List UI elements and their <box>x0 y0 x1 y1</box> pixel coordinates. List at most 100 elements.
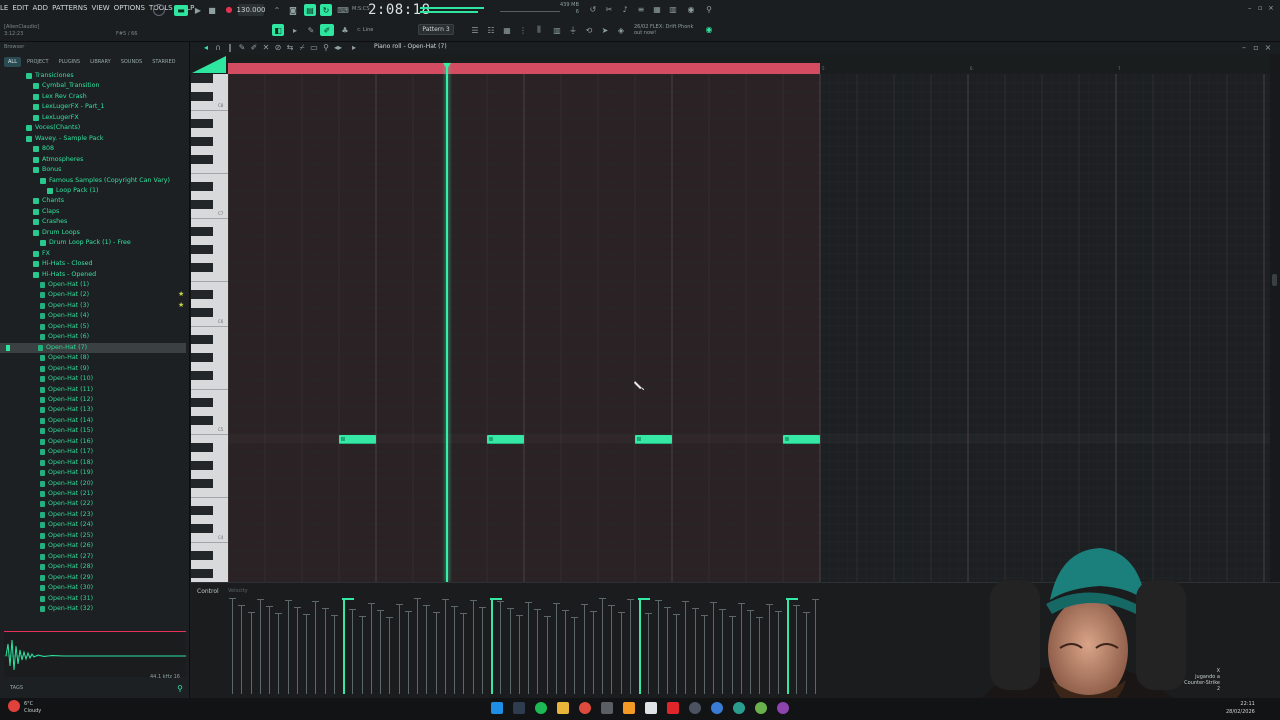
empty-velocity-stub[interactable] <box>756 617 764 694</box>
folder-item[interactable]: Loop Pack (1) <box>47 186 186 196</box>
sample-file-item[interactable]: Open-Hat (2) <box>40 290 186 300</box>
folder-item[interactable]: Drum Loop Pack (1) - Free <box>40 238 186 248</box>
folder-item[interactable]: Atmospheres <box>33 155 186 165</box>
sample-file-item[interactable]: Open-Hat (10) <box>40 374 186 384</box>
piano-roll-icon[interactable]: ▥ <box>668 4 678 14</box>
empty-velocity-stub[interactable] <box>460 613 468 694</box>
black-key[interactable] <box>191 353 213 362</box>
pattern-selector[interactable]: Pattern 3 <box>418 24 454 35</box>
folder-item[interactable]: Claps <box>33 207 186 217</box>
scrollbar-thumb[interactable] <box>1272 274 1277 286</box>
playlist-icon[interactable]: ☰ <box>470 25 480 35</box>
menu-view[interactable]: VIEW <box>91 4 109 12</box>
chrome-icon[interactable] <box>579 702 591 714</box>
black-key[interactable] <box>191 137 213 146</box>
empty-velocity-stub[interactable] <box>414 598 421 694</box>
folder-item[interactable]: Hi-Hats - Opened <box>33 270 186 280</box>
empty-velocity-stub[interactable] <box>497 601 505 694</box>
empty-velocity-stub[interactable] <box>404 611 412 694</box>
record-icon[interactable]: ● <box>224 4 234 14</box>
sample-file-item[interactable]: Open-Hat (31) <box>40 594 186 604</box>
vertical-scrollbar[interactable] <box>1270 54 1280 582</box>
empty-velocity-stub[interactable] <box>229 598 236 694</box>
sample-file-item[interactable]: Open-Hat (18) <box>40 458 186 468</box>
black-key[interactable] <box>191 569 213 578</box>
empty-velocity-stub[interactable] <box>469 600 477 694</box>
empty-velocity-stub[interactable] <box>321 608 329 694</box>
sample-file-item[interactable]: Open-Hat (20) <box>40 479 186 489</box>
mixer-icon[interactable]: ≡ <box>636 4 646 14</box>
grid-icon[interactable]: ▦ <box>502 25 512 35</box>
tempo-display[interactable]: 130.000 <box>237 4 265 16</box>
system-clock[interactable]: 22:11 28/02/2026 <box>1226 700 1255 716</box>
sample-file-item[interactable]: Open-Hat (17) <box>40 447 186 457</box>
midi-note[interactable] <box>635 435 672 444</box>
black-key[interactable] <box>191 416 213 425</box>
delete-tool-icon[interactable]: ✕ <box>262 43 270 52</box>
piano-icon[interactable]: ▥ <box>552 25 562 35</box>
black-key[interactable] <box>191 155 213 164</box>
black-key[interactable] <box>191 461 213 470</box>
empty-velocity-stub[interactable] <box>247 612 255 694</box>
folder-item[interactable]: LexLugerFX <box>33 113 186 123</box>
channel-rack-icon[interactable]: ▦ <box>652 4 662 14</box>
close-icon[interactable]: × <box>1268 4 1274 12</box>
typing-keyboard-icon[interactable]: ⌨ <box>337 5 349 15</box>
black-key[interactable] <box>191 371 213 380</box>
black-key[interactable] <box>191 245 213 254</box>
menu-edit[interactable]: EDIT <box>12 4 28 12</box>
black-key[interactable] <box>191 92 213 101</box>
black-key[interactable] <box>191 74 213 83</box>
zoom-tool-icon[interactable]: ⚲ <box>322 43 330 52</box>
slip-tool-icon[interactable]: ⇆ <box>286 43 294 52</box>
sample-file-item[interactable]: Open-Hat (13) <box>40 405 186 415</box>
empty-velocity-stub[interactable] <box>515 615 523 694</box>
sample-file-item[interactable]: Open-Hat (5) <box>40 322 186 332</box>
empty-velocity-stub[interactable] <box>349 609 357 694</box>
maximize-icon[interactable]: ▫ <box>1258 4 1263 12</box>
black-key[interactable] <box>191 119 213 128</box>
sample-file-item[interactable]: Open-Hat (23) <box>40 510 186 520</box>
piano-roll-minimize-icon[interactable]: – <box>1240 43 1248 52</box>
empty-velocity-stub[interactable] <box>774 611 782 694</box>
app-icon-2[interactable] <box>645 702 657 714</box>
empty-velocity-stub[interactable] <box>589 611 597 694</box>
empty-velocity-stub[interactable] <box>710 602 717 694</box>
loop-record-icon[interactable]: ↻ <box>320 4 332 16</box>
step-edit-icon[interactable]: ▤ <box>304 4 316 16</box>
youtube-icon[interactable] <box>667 702 679 714</box>
play-icon[interactable]: ▶ <box>194 5 202 15</box>
empty-velocity-stub[interactable] <box>793 605 801 694</box>
play-pause-icon[interactable]: ‖ <box>226 43 234 52</box>
black-key[interactable] <box>191 479 213 488</box>
black-key[interactable] <box>191 524 213 533</box>
black-key[interactable] <box>191 290 213 299</box>
empty-velocity-stub[interactable] <box>654 600 662 694</box>
black-key[interactable] <box>191 200 213 209</box>
black-key[interactable] <box>191 263 213 272</box>
plugin-picker-icon[interactable]: ⚲ <box>704 4 714 14</box>
browser-tab-project[interactable]: PROJECT <box>23 57 53 67</box>
sample-file-item[interactable]: Open-Hat (24) <box>40 520 186 530</box>
undo-icon[interactable]: ↺ <box>588 4 598 14</box>
sample-file-item[interactable]: Open-Hat (14) <box>40 416 186 426</box>
empty-velocity-stub[interactable] <box>645 613 653 694</box>
empty-velocity-stub[interactable] <box>802 612 810 694</box>
search-taskbar-icon[interactable] <box>513 702 525 714</box>
piano-roll-maximize-icon[interactable]: ▫ <box>1252 43 1260 52</box>
empty-velocity-stub[interactable] <box>303 614 310 694</box>
app-icon-1[interactable] <box>601 702 613 714</box>
snap-magnet-icon[interactable]: ◧ <box>272 24 284 36</box>
empty-velocity-stub[interactable] <box>266 606 273 694</box>
game-notification[interactable]: X jugando a Counter-Strike 2 <box>1180 668 1220 692</box>
sample-file-item[interactable]: Open-Hat (29) <box>40 573 186 583</box>
edge-icon[interactable] <box>733 702 745 714</box>
empty-velocity-stub[interactable] <box>562 610 569 694</box>
empty-velocity-stub[interactable] <box>358 616 366 694</box>
black-key[interactable] <box>191 398 213 407</box>
piano-roll-target-icon[interactable]: ▸ <box>350 43 358 52</box>
folder-item[interactable]: FX <box>33 249 186 259</box>
browser-tab-all[interactable]: ALL <box>4 57 21 67</box>
playback-tool-icon[interactable]: ◂▸ <box>334 43 342 52</box>
stack-icon[interactable]: ☷ <box>486 25 496 35</box>
